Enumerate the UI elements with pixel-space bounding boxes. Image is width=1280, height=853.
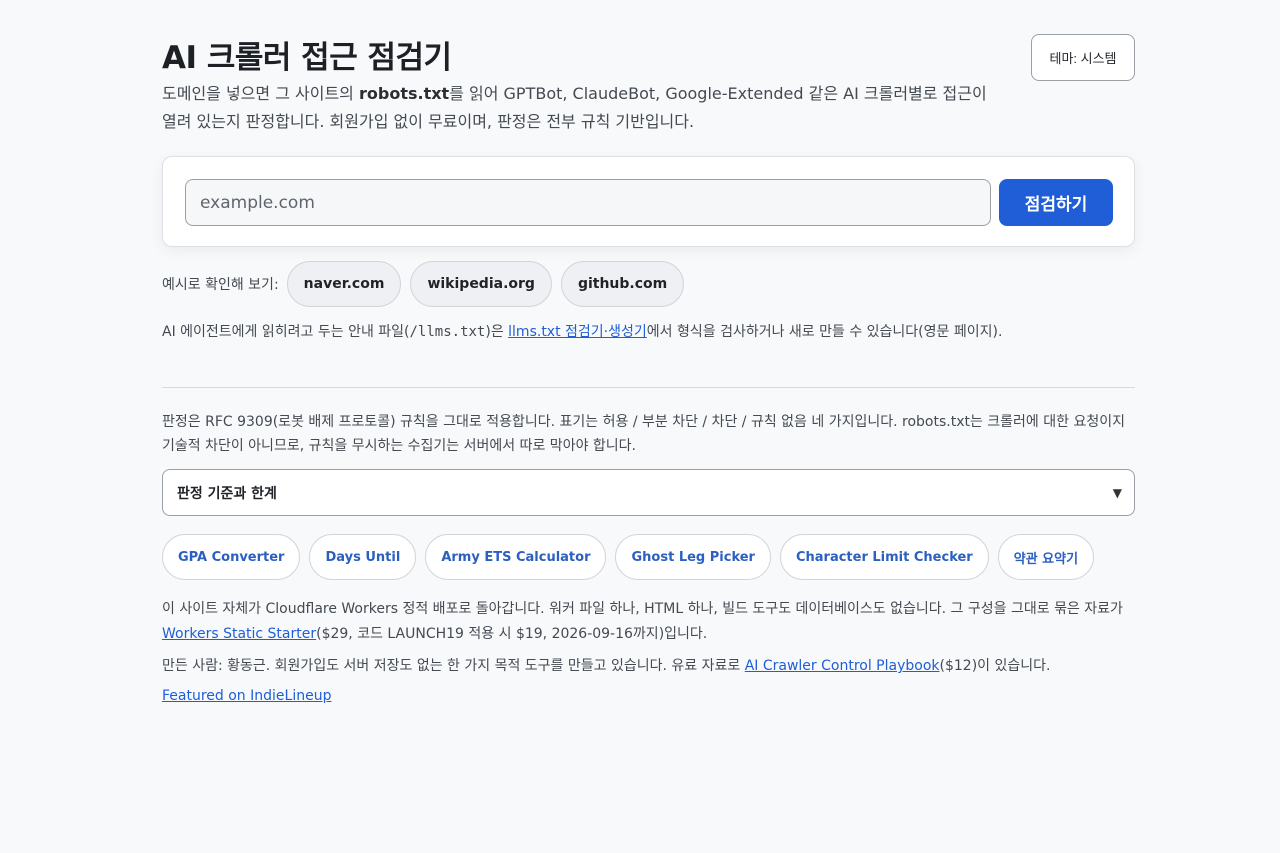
divider bbox=[162, 387, 1135, 388]
search-card: 점검하기 bbox=[162, 156, 1135, 247]
page-description: 도메인을 넣으면 그 사이트의 robots.txt를 읽어 GPTBot, C… bbox=[162, 84, 987, 131]
featured-indielineup-link[interactable]: Featured on IndieLineup bbox=[162, 688, 331, 704]
tool-gpa-converter[interactable]: GPA Converter bbox=[162, 534, 301, 580]
footer-stack-note: 이 사이트 자체가 Cloudflare Workers 정적 배포로 돌아갑니… bbox=[162, 601, 1123, 642]
example-naver[interactable]: naver.com bbox=[286, 261, 402, 307]
llms-code: /llms.txt bbox=[409, 324, 486, 340]
caret-down-icon: ▼ bbox=[1112, 485, 1122, 500]
page: AI 크롤러 접근 점검기 테마: 시스템 도메인을 넣으면 그 사이트의 ro… bbox=[162, 0, 1135, 704]
related-tools: GPA Converter Days Until Army ETS Calcul… bbox=[162, 534, 1103, 580]
tool-army-ets-calculator[interactable]: Army ETS Calculator bbox=[425, 534, 607, 580]
footer-author-note: 만든 사람: 황동근. 회원가입도 서버 저장도 없는 한 가지 목적 도구를 … bbox=[162, 658, 1051, 674]
rules-description: 판정은 RFC 9309(로봇 배제 프로토콜) 규칙을 그대로 적용합니다. … bbox=[162, 414, 1125, 454]
criteria-details-toggle[interactable]: 판정 기준과 한계 ▼ bbox=[162, 469, 1135, 516]
example-wikipedia[interactable]: wikipedia.org bbox=[410, 261, 552, 307]
llms-note: AI 에이전트에게 읽히려고 두는 안내 파일(/llms.txt)은 llms… bbox=[162, 324, 1003, 340]
tool-character-limit-checker[interactable]: Character Limit Checker bbox=[779, 534, 989, 580]
domain-input[interactable] bbox=[185, 179, 991, 226]
robots-txt-term: robots.txt bbox=[358, 84, 450, 103]
tool-terms-summarizer[interactable]: 약관 요약기 bbox=[997, 534, 1095, 580]
example-github[interactable]: github.com bbox=[560, 261, 685, 307]
tool-days-until[interactable]: Days Until bbox=[309, 534, 417, 580]
criteria-details-label: 판정 기준과 한계 bbox=[177, 485, 277, 502]
tool-ghost-leg-picker[interactable]: Ghost Leg Picker bbox=[615, 534, 771, 580]
ai-crawler-playbook-link[interactable]: AI Crawler Control Playbook bbox=[745, 658, 940, 674]
header: AI 크롤러 접근 점검기 테마: 시스템 도메인을 넣으면 그 사이트의 ro… bbox=[162, 0, 1135, 140]
featured-row: Featured on IndieLineup bbox=[162, 688, 331, 704]
examples-label: 예시로 확인해 보기: bbox=[162, 277, 279, 293]
page-title: AI 크롤러 접근 점검기 bbox=[162, 40, 452, 76]
llms-checker-link[interactable]: llms.txt 점검기·생성기 bbox=[508, 324, 647, 340]
examples-row: 예시로 확인해 보기: naver.com wikipedia.org gith… bbox=[162, 261, 693, 307]
check-button[interactable]: 점검하기 bbox=[999, 179, 1113, 226]
theme-toggle-button[interactable]: 테마: 시스템 bbox=[1031, 34, 1135, 81]
workers-static-starter-link[interactable]: Workers Static Starter bbox=[162, 626, 316, 642]
